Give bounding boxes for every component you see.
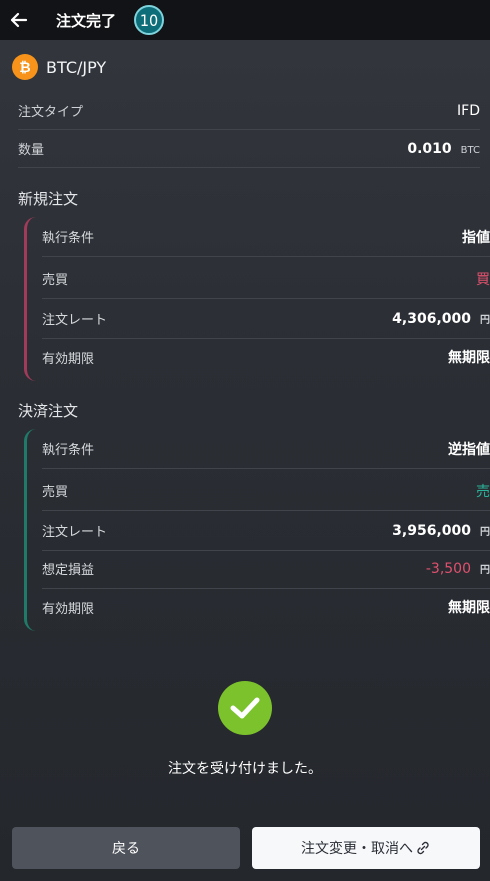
order-type-value: IFD (457, 102, 480, 119)
settle-order-title: 決済注文 (18, 402, 79, 420)
step-number-badge: 10 (134, 5, 165, 35)
new-rate-value: 4,306,000 (392, 310, 471, 327)
settle-rate-value: 3,956,000 (392, 522, 471, 539)
new-condition-value: 指値 (462, 229, 490, 246)
settle-order-expiry-row: 有効期限 無期限 (42, 587, 490, 627)
completion-message: 注文を受け付けました。 (168, 761, 322, 777)
order-type-label: 注文タイプ (18, 105, 84, 120)
settle-pl-unit: 円 (480, 564, 490, 576)
settle-rate-value-wrap: 3,956,000 円 (392, 523, 490, 539)
new-side-value: 買 (476, 271, 490, 288)
quantity-row: 数量 0.010 BTC (18, 130, 480, 168)
settle-side-value: 売 (476, 483, 490, 500)
svg-text:₿: ₿ (19, 60, 30, 75)
new-rate-label: 注文レート (42, 313, 108, 328)
settle-order-pl-row: 想定損益 -3,500 円 (42, 549, 490, 589)
settle-order-rate-row: 注文レート 3,956,000 円 (42, 511, 490, 551)
new-order-accent-bar (24, 217, 36, 381)
settle-condition-value: 逆指値 (448, 441, 490, 458)
new-rate-value-wrap: 4,306,000 円 (392, 311, 490, 327)
settle-order-accent-bar (24, 429, 36, 631)
settle-rate-label: 注文レート (42, 525, 108, 540)
new-expiry-label: 有効期限 (42, 351, 95, 367)
settle-order-condition-row: 執行条件 逆指値 (42, 429, 490, 469)
order-type-row: 注文タイプ IFD (18, 92, 480, 130)
quantity-value: 0.010 (407, 140, 452, 157)
settle-pl-value: -3,500 (425, 560, 471, 577)
top-bar: 注文完了 10 (0, 0, 490, 40)
settle-side-label: 売買 (42, 485, 69, 500)
new-side-label: 売買 (42, 273, 69, 288)
new-order-title: 新規注文 (18, 190, 79, 208)
new-order-expiry-row: 有効期限 無期限 (42, 337, 490, 377)
check-icon (218, 681, 272, 735)
settle-rate-unit: 円 (480, 526, 490, 538)
new-rate-unit: 円 (480, 314, 490, 326)
settle-pl-label: 想定損益 (42, 563, 95, 578)
quantity-unit: BTC (460, 144, 480, 156)
pair-name: BTC/JPY (46, 57, 107, 77)
settle-order-group: 執行条件 逆指値 売買 売 注文レート 3,956,000 円 想定損益 -3,… (24, 429, 490, 631)
new-order-side-row: 売買 買 (42, 259, 490, 299)
change-cancel-label: 注文変更・取消へ (301, 841, 413, 857)
new-order-rate-row: 注文レート 4,306,000 円 (42, 299, 490, 339)
settle-expiry-value: 無期限 (448, 600, 490, 616)
quantity-value-wrap: 0.010 BTC (407, 141, 480, 157)
new-expiry-value: 無期限 (448, 350, 490, 366)
change-cancel-button[interactable]: 注文変更・取消へ (252, 827, 480, 869)
page-title: 注文完了 (56, 11, 117, 30)
settle-order-side-row: 売買 売 (42, 471, 490, 511)
settle-pl-value-wrap: -3,500 円 (426, 561, 490, 577)
bitcoin-icon: ₿ (12, 54, 38, 80)
new-condition-label: 執行条件 (42, 231, 95, 246)
new-order-group: 執行条件 指値 売買 買 注文レート 4,306,000 円 有効期限 無期限 (24, 217, 490, 381)
settle-condition-label: 執行条件 (42, 443, 95, 458)
currency-pair: ₿ BTC/JPY (12, 54, 106, 80)
new-order-condition-row: 執行条件 指値 (42, 217, 490, 257)
settle-expiry-label: 有効期限 (42, 601, 95, 617)
back-button[interactable]: 戻る (12, 827, 240, 869)
back-arrow-icon[interactable] (0, 0, 38, 40)
link-icon (415, 840, 431, 856)
quantity-label: 数量 (18, 143, 45, 158)
